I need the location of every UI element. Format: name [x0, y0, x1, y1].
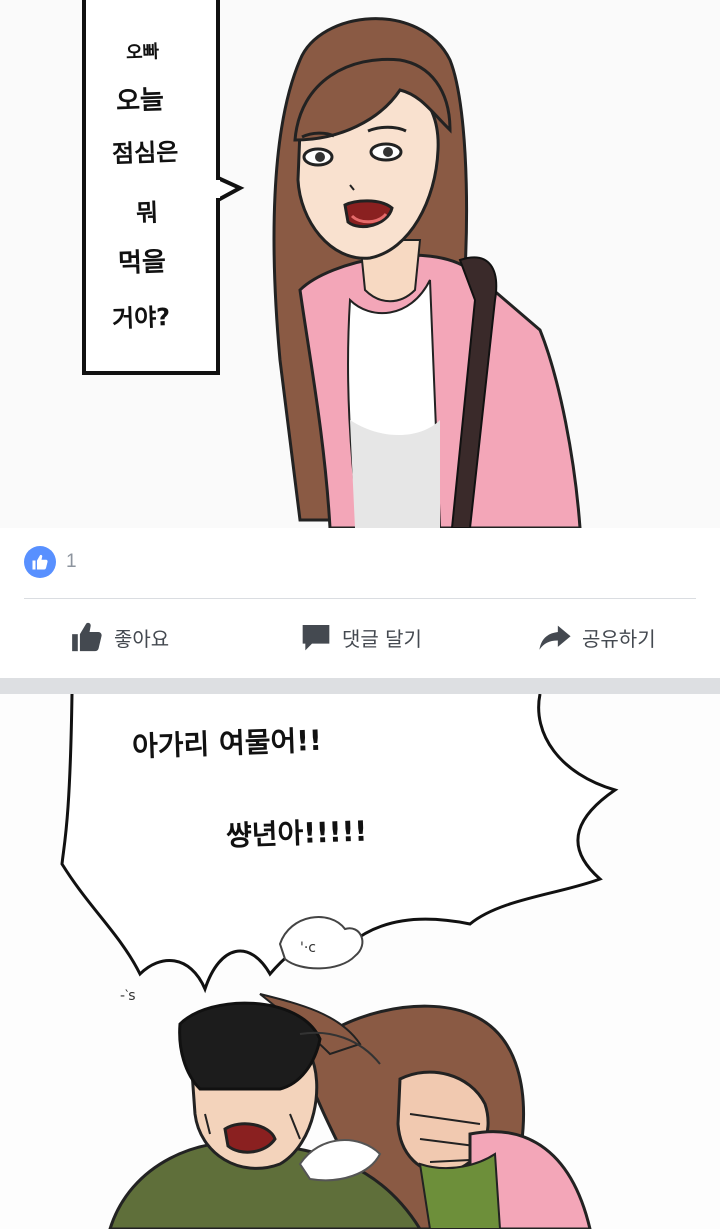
comment-bubble-icon	[300, 621, 332, 653]
speech-line-1: 오빠	[125, 41, 160, 64]
thumbs-up-icon	[70, 620, 104, 654]
speech-line-2: 오늘	[115, 85, 165, 117]
comment-label: 댓글 달기	[342, 626, 422, 651]
comic-panel-2: '·c -‵s 아가리 여물어!! 썅년아!!!!!	[0, 694, 720, 1229]
reaction-summary[interactable]: 1	[24, 546, 77, 578]
feed-separator	[0, 678, 720, 694]
feed-post-2: '·c -‵s 아가리 여물어!! 썅년아!!!!!	[0, 694, 720, 1229]
comment-button[interactable]: 댓글 달기	[300, 604, 422, 670]
speech-line-5: 먹을	[117, 247, 167, 279]
speech-line-6: 거야?	[111, 302, 171, 334]
share-button[interactable]: 공유하기	[538, 604, 656, 670]
like-label: 좋아요	[114, 626, 170, 651]
feed-post-1: 오빠 오늘 점심은 뭐 먹을 거야? 1 좋아요 댓글 달기 공유하기	[0, 0, 720, 678]
shout-line-1: 아가리 여물어!!	[131, 723, 323, 764]
post-action-bar: 좋아요 댓글 달기 공유하기	[0, 604, 720, 670]
svg-text:'·c: '·c	[300, 940, 316, 956]
svg-text:-‵s: -‵s	[120, 988, 136, 1004]
like-button[interactable]: 좋아요	[70, 604, 169, 670]
share-label: 공유하기	[582, 626, 656, 651]
speech-line-4: 뭐	[135, 198, 159, 228]
comic-illustration-girl	[82, 0, 582, 528]
thumbs-up-icon	[24, 546, 56, 578]
speech-line-3: 점심은	[111, 137, 179, 169]
divider	[24, 598, 696, 599]
comic-illustration-shout: '·c -‵s	[60, 694, 619, 1229]
comic-panel-1: 오빠 오늘 점심은 뭐 먹을 거야?	[0, 0, 720, 528]
shout-line-2: 썅년아!!!!!	[225, 814, 368, 853]
share-arrow-icon	[538, 620, 572, 654]
reaction-count: 1	[66, 551, 77, 572]
